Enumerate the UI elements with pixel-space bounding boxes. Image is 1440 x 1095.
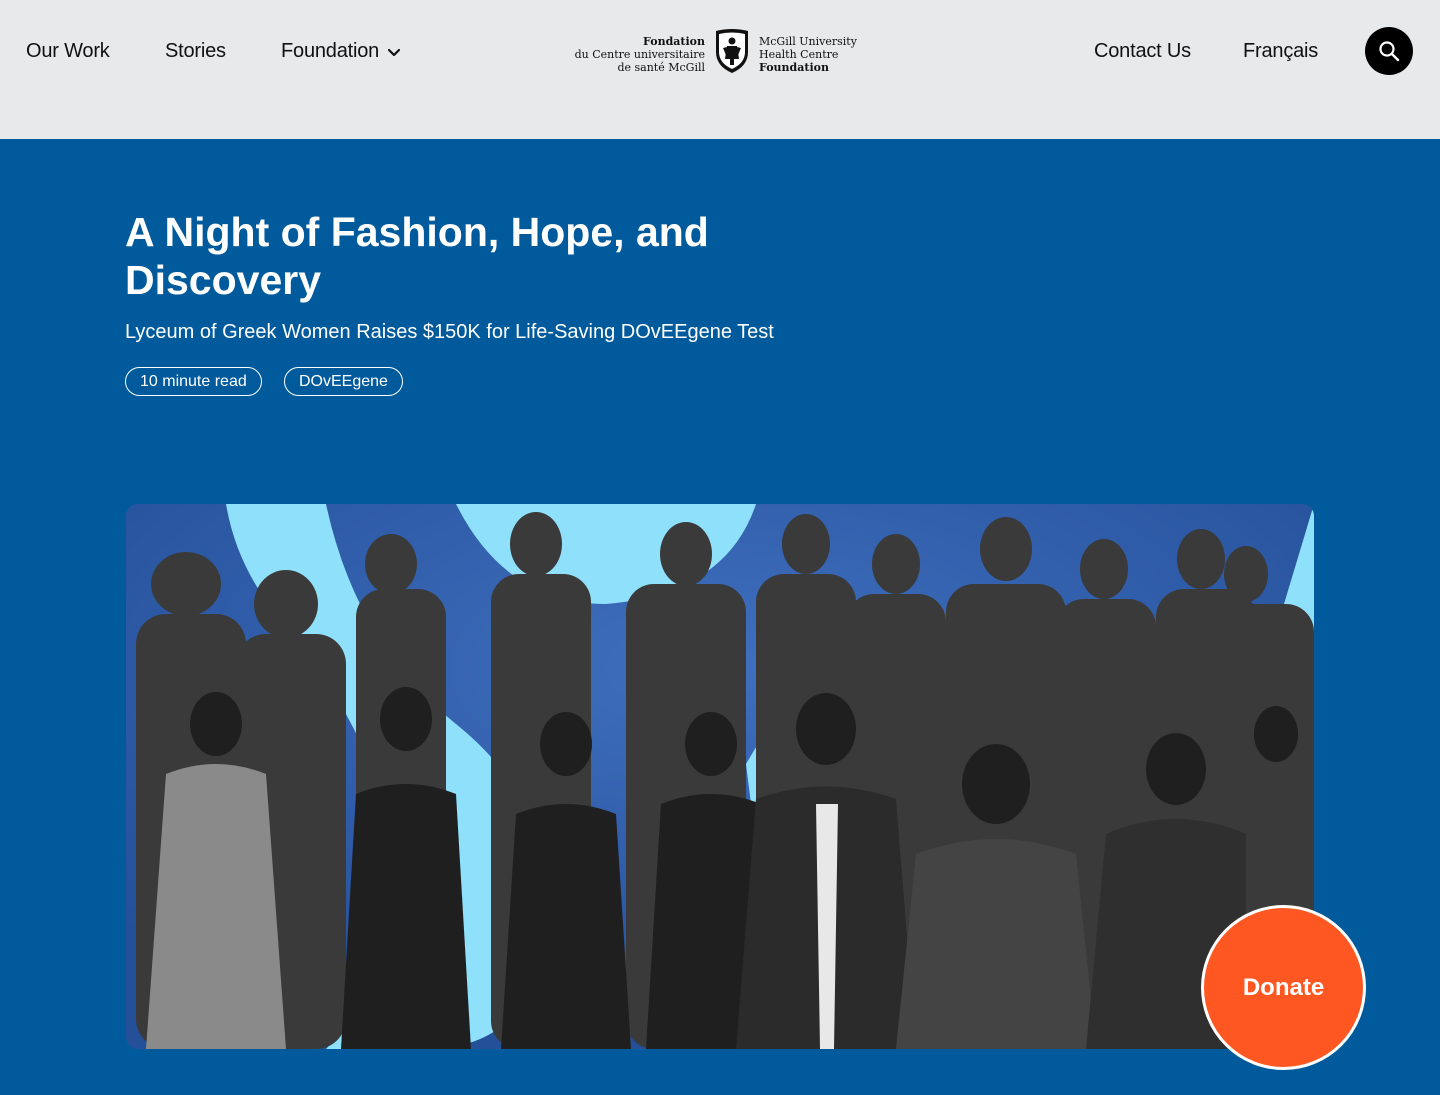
nav-our-work[interactable]: Our Work [26, 40, 110, 63]
article-title: A Night of Fashion, Hope, and Discovery [125, 209, 709, 303]
nav-foundation-dropdown[interactable]: Foundation [281, 40, 401, 63]
logo-fr-line1: Fondation [643, 35, 705, 48]
logo-fr-line2: du Centre universitaire [574, 48, 705, 61]
search-button[interactable] [1365, 27, 1413, 75]
topic-tag[interactable]: DOvEEgene [284, 367, 403, 396]
site-logo[interactable]: Fondation du Centre universitaire de san… [575, 28, 866, 78]
logo-text-fr: Fondation du Centre universitaire de san… [575, 35, 705, 74]
search-icon [1379, 41, 1400, 62]
read-time-tag: 10 minute read [125, 367, 262, 396]
logo-fr-line3: de santé McGill [617, 61, 705, 74]
hero-image [126, 504, 1314, 1049]
logo-en-line3: Foundation [759, 61, 829, 74]
donate-button[interactable]: Donate [1201, 905, 1366, 1070]
nav-contact-us[interactable]: Contact Us [1094, 40, 1191, 63]
nav-stories[interactable]: Stories [165, 40, 226, 63]
article-subtitle: Lyceum of Greek Women Raises $150K for L… [125, 321, 774, 343]
nav-foundation-label: Foundation [281, 40, 380, 62]
logo-en-line2: Health Centre [759, 48, 839, 61]
logo-text-en: McGill University Health Centre Foundati… [759, 35, 857, 74]
site-header: Our Work Stories Foundation Fondation du… [0, 0, 1440, 139]
nav-language-toggle[interactable]: Français [1243, 40, 1318, 63]
mcgill-shield-icon [716, 29, 748, 73]
hero-photo-illustration [126, 504, 1314, 1049]
logo-en-line1: McGill University [759, 35, 857, 48]
chevron-down-icon [387, 48, 401, 56]
